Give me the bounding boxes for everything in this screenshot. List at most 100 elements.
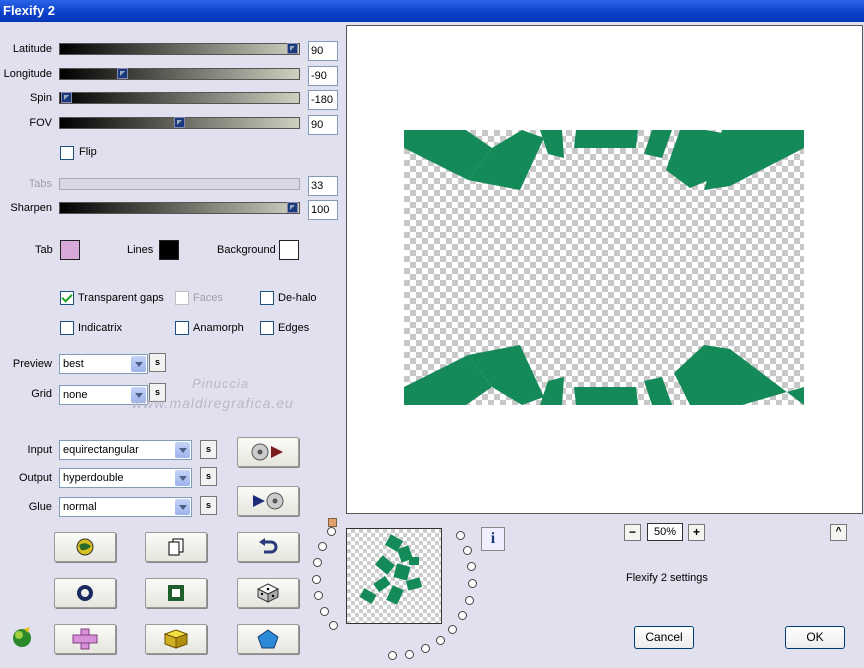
navigator-thumbnail[interactable]	[346, 528, 442, 624]
zoom-level: 50%	[647, 523, 683, 541]
flip-checkbox[interactable]	[60, 146, 74, 160]
dial-dot[interactable]	[328, 621, 338, 631]
edges-label: Edges	[278, 322, 310, 334]
spin-thumb[interactable]	[61, 92, 72, 103]
dice-button[interactable]	[237, 578, 299, 608]
dial-dot[interactable]	[314, 591, 324, 601]
indicatrix-checkbox[interactable]	[60, 321, 74, 335]
collapse-button[interactable]: ^	[830, 524, 847, 541]
transparent-gaps-label: Transparent gaps	[78, 292, 164, 304]
fov-thumb[interactable]	[174, 117, 185, 128]
copy-button[interactable]	[145, 532, 207, 562]
frame-icon	[168, 585, 184, 601]
pentagon-button[interactable]	[237, 624, 299, 654]
dial-dot[interactable]	[388, 650, 398, 660]
dial-dot[interactable]	[318, 541, 328, 551]
spin-slider[interactable]	[59, 92, 300, 104]
longitude-thumb[interactable]	[117, 68, 128, 79]
sharpen-slider[interactable]	[59, 202, 300, 214]
dial-dot[interactable]	[326, 527, 336, 537]
navigator-corner-handle[interactable]	[328, 518, 337, 527]
input-label: Input	[27, 444, 52, 456]
zoom-out-button[interactable]: −	[624, 524, 641, 541]
dial-dot[interactable]	[319, 607, 329, 617]
info-button[interactable]: i	[481, 527, 505, 551]
glue-select[interactable]: normal	[59, 497, 192, 517]
fov-value[interactable]: 90	[308, 115, 338, 135]
cancel-button[interactable]: Cancel	[634, 626, 694, 649]
input-s-button[interactable]: s	[200, 440, 217, 459]
sharpen-value[interactable]: 100	[308, 200, 338, 220]
cross-shape-button[interactable]	[54, 624, 116, 654]
ok-button[interactable]: OK	[785, 626, 845, 649]
de-halo-checkbox[interactable]	[260, 291, 274, 305]
faces-checkbox	[175, 291, 189, 305]
undo-button[interactable]	[237, 532, 299, 562]
randomize-button[interactable]	[54, 532, 116, 562]
latitude-thumb[interactable]	[287, 43, 298, 54]
dial-dot[interactable]	[405, 649, 415, 659]
sharpen-thumb[interactable]	[287, 202, 298, 213]
latitude-slider[interactable]	[59, 43, 300, 55]
glue-s-button[interactable]: s	[200, 496, 217, 515]
window-title: Flexify 2	[3, 3, 56, 18]
input-select[interactable]: equirectangular	[59, 440, 192, 460]
tabs-value[interactable]: 33	[308, 176, 338, 196]
dial-dot[interactable]	[455, 530, 465, 540]
latitude-value[interactable]: 90	[308, 41, 338, 61]
anamorph-checkbox[interactable]	[175, 321, 189, 335]
flexify-logo-icon	[10, 626, 34, 651]
pentagon-icon	[257, 629, 279, 649]
tab-color-swatch[interactable]	[60, 240, 80, 260]
lines-color-label: Lines	[127, 244, 154, 256]
watermark-line1: Pinuccia	[192, 376, 250, 391]
load-preset-button[interactable]	[237, 437, 299, 467]
preview-select[interactable]: best	[59, 354, 148, 374]
cube-icon	[164, 629, 188, 649]
preview-select-value: best	[63, 358, 84, 370]
tabs-slider	[59, 178, 300, 190]
flexified-shape-icon	[404, 130, 804, 405]
preview-s-button[interactable]: s	[149, 353, 166, 372]
tab-color-label: Tab	[35, 244, 53, 256]
preview-label: Preview	[12, 358, 52, 370]
background-color-swatch[interactable]	[279, 240, 299, 260]
dial-dot[interactable]	[467, 562, 477, 572]
dial-dot[interactable]	[467, 579, 477, 589]
fov-slider[interactable]	[59, 117, 300, 129]
dial-dot[interactable]	[313, 557, 323, 567]
frame-button[interactable]	[145, 578, 207, 608]
dial-dot[interactable]	[435, 636, 445, 646]
longitude-slider[interactable]	[59, 68, 300, 80]
anamorph-label: Anamorph	[193, 322, 244, 334]
dial-dot[interactable]	[458, 611, 468, 621]
dial-dot[interactable]	[463, 545, 473, 555]
dial-dot[interactable]	[448, 624, 458, 634]
save-preset-button[interactable]	[237, 486, 299, 516]
flip-label: Flip	[79, 146, 97, 158]
flexify-dialog: Flexify 2 Latitude 90 Longitude -90 Spin…	[0, 0, 864, 668]
cube-button[interactable]	[145, 624, 207, 654]
grid-select-value: none	[63, 389, 88, 401]
chevron-down-icon	[131, 356, 146, 372]
undo-icon	[259, 538, 278, 554]
output-select[interactable]: hyperdouble	[59, 468, 192, 488]
faces-label: Faces	[193, 292, 223, 304]
output-s-button[interactable]: s	[200, 467, 217, 486]
dial-dot[interactable]	[421, 644, 431, 654]
edges-checkbox[interactable]	[260, 321, 274, 335]
longitude-value[interactable]: -90	[308, 66, 338, 86]
glue-select-value: normal	[63, 501, 97, 513]
zoom-in-button[interactable]: +	[688, 524, 705, 541]
latitude-label: Latitude	[12, 43, 52, 55]
transparent-gaps-checkbox[interactable]	[60, 291, 74, 305]
chevron-down-icon	[175, 499, 190, 515]
ring-icon	[77, 585, 93, 601]
dial-dot[interactable]	[312, 574, 322, 584]
spin-value[interactable]: -180	[308, 90, 338, 110]
dial-dot[interactable]	[464, 595, 474, 605]
lines-color-swatch[interactable]	[159, 240, 179, 260]
ring-button[interactable]	[54, 578, 116, 608]
de-halo-label: De-halo	[278, 292, 317, 304]
input-select-value: equirectangular	[63, 444, 139, 456]
